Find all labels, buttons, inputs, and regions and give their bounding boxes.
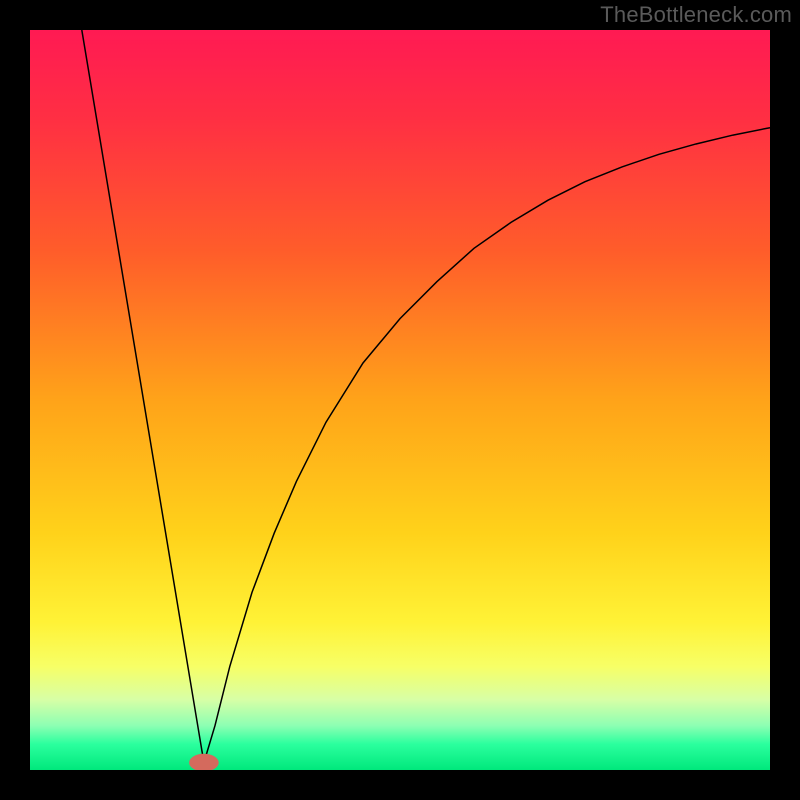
plot-background [30, 30, 770, 770]
watermark-text: TheBottleneck.com [600, 2, 792, 28]
chart-frame: TheBottleneck.com [0, 0, 800, 800]
bottleneck-chart [30, 30, 770, 770]
